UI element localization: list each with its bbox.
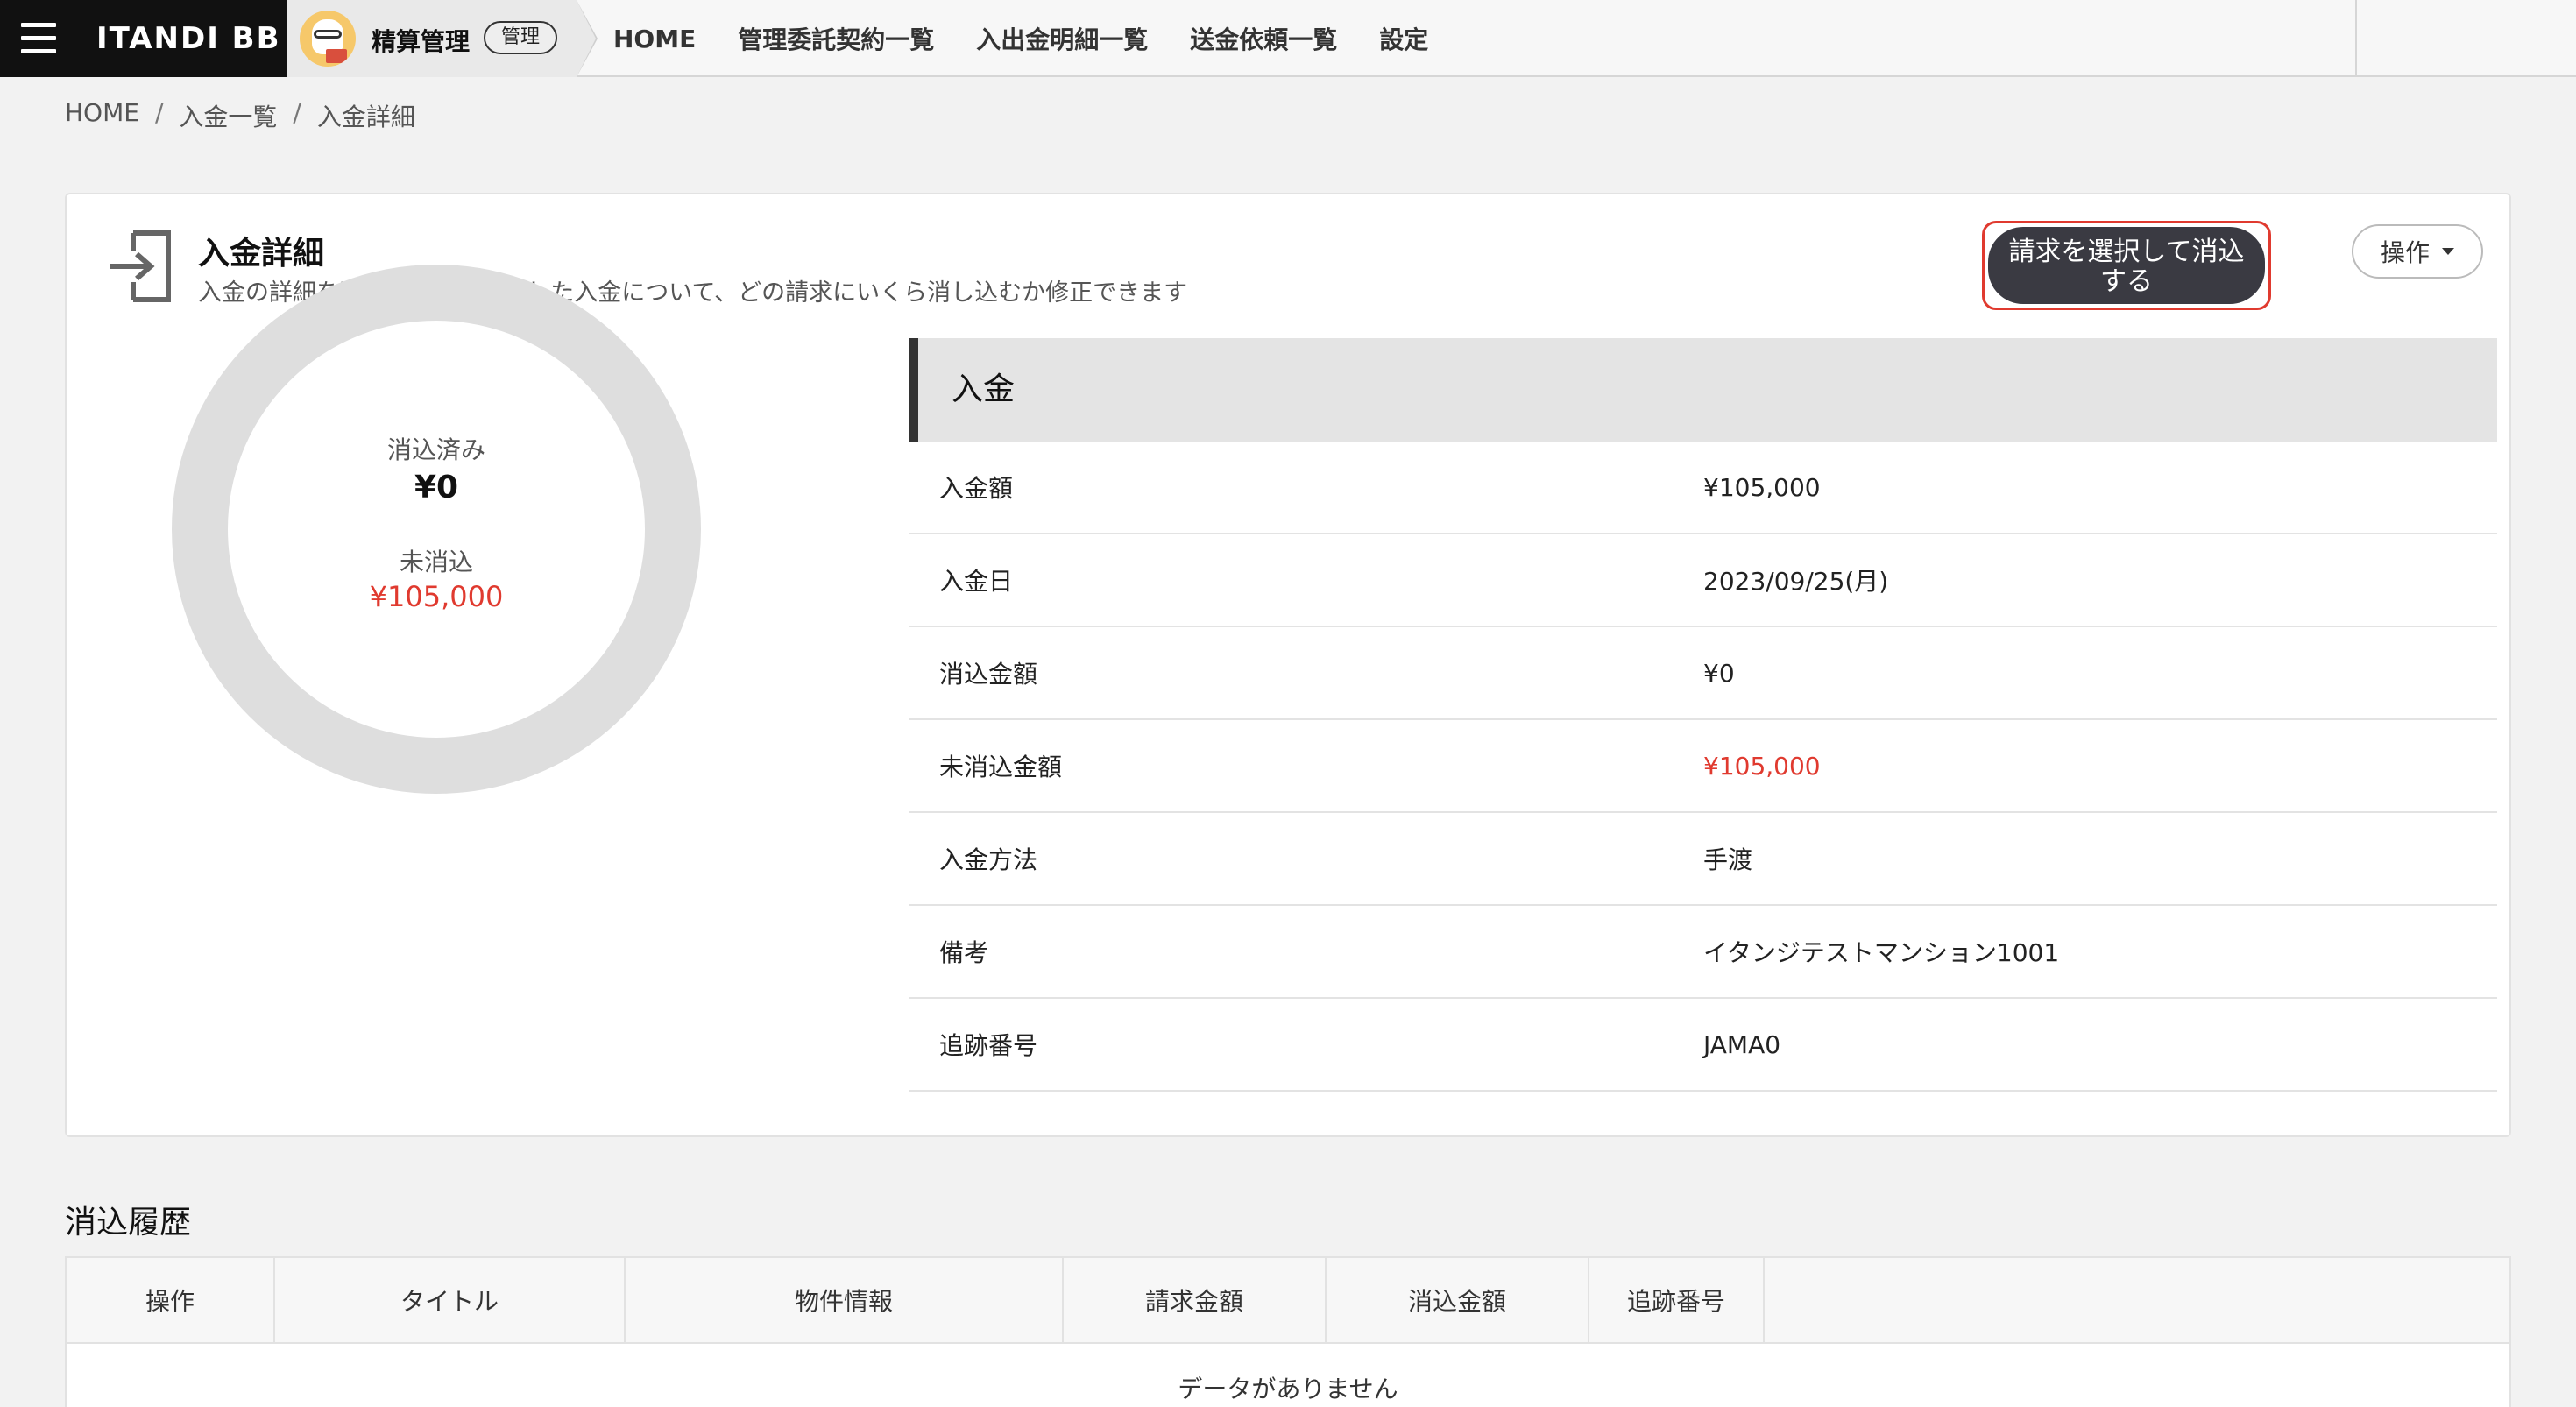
nav-remittance[interactable]: 送金依頼一覧	[1190, 21, 1337, 56]
detail-row: 追跡番号 JAMA0	[909, 999, 2497, 1092]
reconciled-value: ¥0	[414, 470, 459, 506]
history-col-tracking-number: 追跡番号	[1589, 1258, 1765, 1342]
history-col-billed-amount: 請求金額	[1064, 1258, 1327, 1342]
nav-contracts[interactable]: 管理委託契約一覧	[738, 21, 934, 56]
history-col-operation: 操作	[67, 1258, 275, 1342]
history-header-row: 操作 タイトル 物件情報 請求金額 消込金額 追跡番号	[67, 1258, 2509, 1344]
detail-label: 入金日	[939, 567, 1014, 596]
nav-home[interactable]: HOME	[613, 25, 696, 53]
app-name: 精算管理	[372, 27, 471, 56]
detail-value: 手渡	[1703, 845, 1753, 874]
breadcrumb-separator: /	[154, 98, 164, 127]
caret-down-icon	[2442, 248, 2454, 255]
detail-value: 2023/09/25(月)	[1703, 567, 1889, 596]
select-invoice-reconcile-button[interactable]: 請求を選択して消込する	[1982, 221, 2271, 310]
detail-value: ¥105,000	[1703, 472, 1821, 502]
operations-label: 操作	[2380, 238, 2430, 267]
detail-label: 未消込金額	[939, 753, 1063, 781]
nav-settings[interactable]: 設定	[1379, 21, 1428, 56]
history-col-title: タイトル	[275, 1258, 626, 1342]
brand-logo[interactable]: ITANDI BB	[96, 21, 281, 56]
reconciled-label: 消込済み	[386, 435, 485, 464]
detail-row: 入金額 ¥105,000	[909, 442, 2497, 534]
breadcrumb-current: 入金詳細	[316, 103, 415, 131]
detail-value: イタンジテストマンション1001	[1703, 938, 2060, 967]
detail-row: 消込金額 ¥0	[909, 627, 2497, 720]
breadcrumb-home[interactable]: HOME	[65, 98, 139, 133]
detail-label: 入金方法	[939, 845, 1038, 874]
detail-value-unreconciled: ¥105,000	[1703, 751, 1821, 781]
unreconciled-label: 未消込	[399, 548, 473, 576]
detail-value: ¥0	[1703, 658, 1735, 688]
history-col-reconciled-amount: 消込金額	[1327, 1258, 1589, 1342]
history-empty-message: データがありません	[1178, 1375, 1398, 1403]
history-table: 操作 タイトル 物件情報 請求金額 消込金額 追跡番号 データがありません	[65, 1256, 2511, 1407]
nav-statements[interactable]: 入出金明細一覧	[976, 21, 1148, 56]
sign-in-icon	[110, 230, 171, 302]
operations-dropdown-button[interactable]: 操作	[2352, 224, 2483, 279]
donut-center: 消込済み ¥0 未消込 ¥105,000	[172, 265, 701, 794]
topbar-divider	[2355, 0, 2357, 77]
detail-label: 追跡番号	[939, 1031, 1038, 1060]
deposit-section-heading: 入金	[909, 338, 2497, 442]
brand-area: ITANDI BB	[0, 0, 287, 77]
detail-row: 入金方法 手渡	[909, 813, 2497, 906]
detail-row: 備考 イタンジテストマンション1001	[909, 906, 2497, 999]
top-bar: ITANDI BB 精算管理 管理 HOME 管理委託契約一覧 入出金明細一覧 …	[0, 0, 2576, 77]
history-col-property: 物件情報	[626, 1258, 1064, 1342]
role-badge: 管理	[484, 21, 558, 54]
detail-label: 備考	[939, 938, 989, 967]
avatar	[300, 11, 356, 67]
breadcrumb-deposit-list[interactable]: 入金一覧	[179, 98, 277, 133]
detail-value: JAMA0	[1703, 1029, 1781, 1059]
history-title: 消込履歴	[65, 1205, 192, 1241]
unreconciled-value: ¥105,000	[369, 580, 504, 613]
detail-label: 入金額	[939, 474, 1014, 503]
detail-row: 未消込金額 ¥105,000	[909, 720, 2497, 813]
detail-label: 消込金額	[939, 660, 1038, 689]
breadcrumb-separator: /	[293, 98, 301, 127]
main-nav: HOME 管理委託契約一覧 入出金明細一覧 送金依頼一覧 設定	[613, 0, 1470, 77]
detail-row: 入金日 2023/09/25(月)	[909, 534, 2497, 627]
select-invoice-reconcile-label: 請求を選択して消込する	[1988, 227, 2265, 304]
hamburger-menu-icon[interactable]	[21, 23, 56, 54]
deposit-detail-table: 入金 入金額 ¥105,000 入金日 2023/09/25(月) 消込金額 ¥…	[909, 338, 2497, 1092]
app-switcher[interactable]: 精算管理 管理	[287, 0, 596, 77]
breadcrumb: HOME / 入金一覧 / 入金詳細	[65, 98, 431, 133]
